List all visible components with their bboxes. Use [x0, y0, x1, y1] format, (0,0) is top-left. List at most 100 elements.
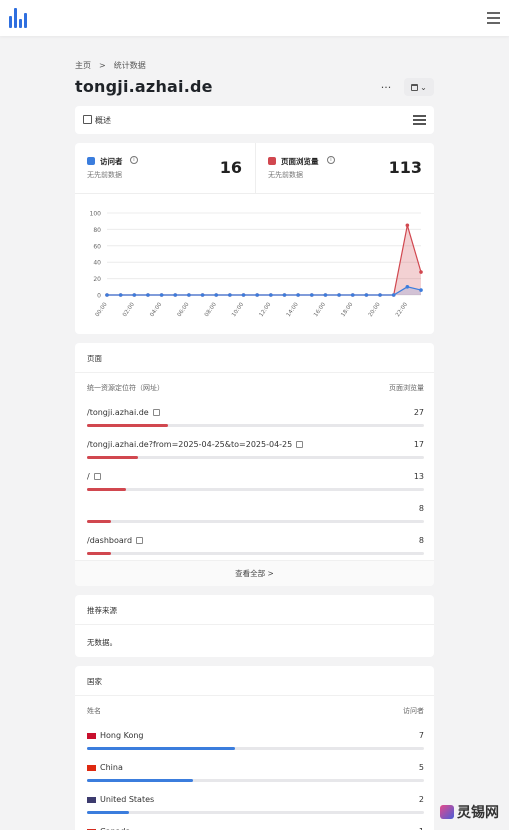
data-point	[159, 293, 164, 297]
page-bar-fill	[87, 456, 138, 459]
metric-label: 访问者	[100, 157, 123, 166]
traffic-chart: 0 20 40 60 80 100 00:00 02:00 04:00 06:00 08:00 10:…	[75, 193, 434, 334]
view-all-button[interactable]: 查看全部 >	[75, 560, 434, 586]
x-tick-label: 02:00	[122, 301, 136, 318]
country-flag-icon	[87, 764, 96, 771]
series-line	[107, 225, 422, 296]
tab-menu-icon[interactable]	[413, 115, 426, 125]
page-url[interactable]: /dashboard	[87, 536, 144, 545]
country-bar-fill	[87, 747, 235, 750]
x-tick-label: 22:00	[395, 301, 409, 318]
external-link-icon[interactable]	[152, 409, 160, 416]
external-link-icon[interactable]	[296, 441, 304, 448]
referrers-empty: 无数据。	[87, 638, 117, 647]
countries-title: 国家	[87, 677, 102, 686]
breadcrumb-separator: >	[99, 61, 106, 70]
countries-card: 国家 姓名 访问者 Hong Kong 7 China 5 United States 2…	[75, 666, 434, 830]
data-point	[350, 293, 355, 297]
data-point	[296, 293, 300, 297]
data-point	[255, 293, 259, 297]
page-bar-track	[87, 552, 424, 555]
page-url-text[interactable]: /tongji.azhai.de?from=2025-04-25&to=2025…	[87, 440, 292, 449]
page-row[interactable]: 8	[87, 501, 424, 533]
country-row[interactable]: Canada1	[87, 824, 424, 830]
page-url[interactable]: /tongji.azhai.de	[87, 408, 160, 417]
page-views-value: 27	[413, 408, 424, 417]
page-bar-track	[87, 424, 424, 427]
metric-sub: 无先前数据	[268, 171, 303, 179]
external-link-icon[interactable]	[136, 537, 144, 544]
pageviews-swatch	[268, 157, 276, 165]
metrics-card: 访问者 i 无先前数据 16 页面浏览量 i 无先前数据 113 0 20 40 60…	[75, 143, 434, 334]
page-url-text[interactable]: /	[87, 472, 90, 481]
data-point	[405, 223, 410, 228]
more-options-button[interactable]: ···	[376, 81, 396, 94]
metric-label: 页面浏览量	[281, 157, 319, 166]
watermark-logo-icon	[440, 805, 454, 819]
country-visitors-value: 5	[418, 763, 424, 772]
metric-sub: 无先前数据	[87, 171, 122, 179]
tab-overview[interactable]: 概述	[95, 115, 111, 126]
chart-icon	[83, 115, 92, 124]
pages-title: 页面	[87, 354, 102, 363]
page-url-text[interactable]: /tongji.azhai.de	[87, 408, 149, 417]
page-url[interactable]: /tongji.azhai.de?from=2025-04-25&to=2025…	[87, 440, 304, 449]
page-row[interactable]: / 13	[87, 469, 424, 501]
page-views-value: 8	[418, 504, 424, 513]
app-logo-icon[interactable]	[8, 8, 30, 28]
y-tick-label: 0	[97, 293, 101, 300]
pages-col-views: 页面浏览量	[389, 384, 424, 392]
watermark: 灵锡网	[440, 802, 499, 822]
info-icon[interactable]: i	[130, 156, 138, 164]
y-tick-label: 80	[93, 227, 101, 234]
data-point	[200, 293, 205, 297]
metric-value: 113	[388, 158, 422, 177]
country-name: United States	[100, 795, 155, 804]
pages-card: 页面 统一资源定位符（网址） 页面浏览量 /tongji.azhai.de 27/…	[75, 343, 434, 586]
data-point	[378, 293, 382, 297]
page-row[interactable]: /tongji.azhai.de?from=2025-04-25&to=2025…	[87, 437, 424, 469]
metric-pageviews[interactable]: 页面浏览量 i 无先前数据 113	[255, 143, 434, 193]
breadcrumb-current: 统计数据	[113, 61, 146, 70]
visitors-swatch	[87, 157, 95, 165]
y-tick-label: 100	[90, 211, 102, 218]
external-link-icon[interactable]	[93, 473, 101, 480]
x-tick-label: 04:00	[149, 301, 163, 318]
x-tick-label: 16:00	[313, 301, 327, 318]
country-visitors-value: 7	[418, 731, 424, 740]
traffic-chart-svg: 0 20 40 60 80 100 00:00 02:00 04:00 06:00 08:00 10:…	[90, 211, 423, 318]
x-tick-label: 08:00	[204, 301, 218, 318]
country-row[interactable]: Hong Kong 7	[87, 728, 424, 760]
data-point	[337, 293, 341, 297]
country-row[interactable]: China 5	[87, 760, 424, 792]
hamburger-menu-icon[interactable]	[487, 12, 500, 24]
tab-bar: 概述	[75, 106, 434, 134]
data-point	[118, 293, 123, 297]
countries-col-visitors: 访问者	[403, 707, 424, 715]
page-bar-track	[87, 488, 424, 491]
country-visitors-value: 2	[418, 795, 424, 804]
page-views-value: 17	[413, 440, 424, 449]
metric-visitors[interactable]: 访问者 i 无先前数据 16	[75, 143, 254, 193]
page-url-text[interactable]: /dashboard	[87, 536, 132, 545]
x-tick-label: 12:00	[258, 301, 272, 318]
info-icon[interactable]: i	[327, 156, 335, 164]
metric-value: 16	[219, 158, 242, 177]
data-point	[187, 293, 191, 297]
country-label: China	[87, 763, 123, 772]
breadcrumb-home[interactable]: 主页	[75, 60, 91, 71]
page-bar-track	[87, 456, 424, 459]
country-row[interactable]: United States 2	[87, 792, 424, 824]
page-title: tongji.azhai.de	[75, 77, 213, 96]
top-bar	[0, 0, 509, 36]
y-tick-label: 20	[93, 276, 101, 283]
x-tick-label: 18:00	[340, 301, 354, 318]
series-area	[107, 286, 421, 295]
x-tick-label: 14:00	[286, 301, 300, 318]
series-area	[107, 225, 421, 295]
page-url[interactable]: /	[87, 472, 101, 481]
date-range-button[interactable]: ⌄	[404, 78, 434, 96]
country-bar-fill	[87, 811, 130, 814]
data-point	[309, 293, 314, 297]
page-row[interactable]: /tongji.azhai.de 27	[87, 405, 424, 437]
